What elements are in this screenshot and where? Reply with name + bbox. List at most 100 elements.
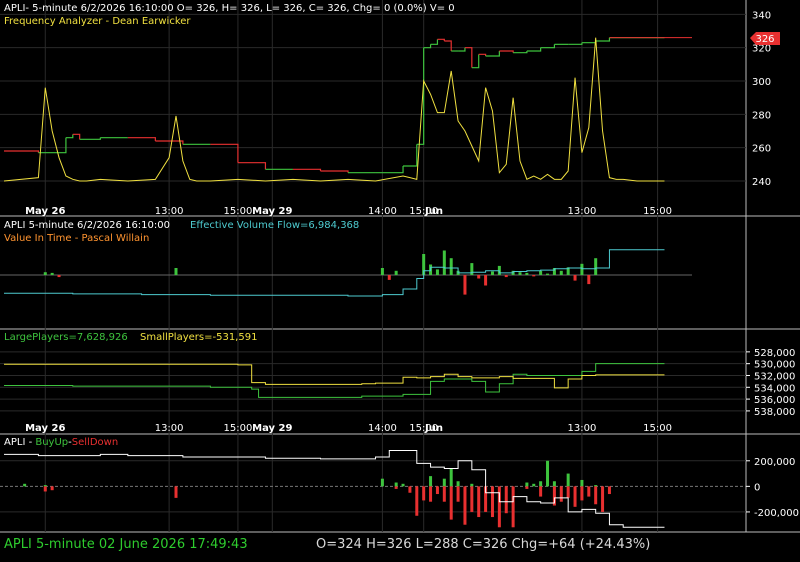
- price-step-segment: [478, 53, 487, 56]
- buyup-bar: [456, 481, 460, 487]
- grid-lines: [0, 0, 746, 532]
- players-x-tick: May 29: [252, 423, 292, 434]
- price-header: APLI- 5-minute 6/2/2026 16:10:00 O= 326,…: [4, 3, 455, 14]
- price-step-segment: [79, 137, 101, 140]
- status-left: APLI 5-minute 02 June 2026 17:49:43: [4, 537, 248, 552]
- price-step-segment: [292, 168, 322, 171]
- price-step-segment: [423, 44, 432, 49]
- price-step-segment: [375, 166, 404, 174]
- chart-window: 240 260 280 300 320 340 May 26 13:00 15:00 May 29…: [0, 0, 800, 562]
- selldown-bar: [174, 486, 178, 498]
- price-step-segment: [485, 51, 500, 57]
- vif-volume-bar: [174, 268, 178, 275]
- price-step-segment: [595, 37, 611, 42]
- selldown-bar: [559, 486, 563, 502]
- players-tick-label: 528,000: [754, 348, 795, 359]
- buyup-bar: [401, 483, 405, 487]
- price-step-segment: [581, 41, 597, 44]
- cumulative-line: [4, 450, 665, 528]
- price-step-segment: [4, 150, 39, 153]
- selldown-bar: [429, 486, 433, 502]
- price-step-segment: [444, 40, 452, 51]
- vif-volume-bar: [504, 275, 508, 278]
- players-x-tick: 15:00: [643, 423, 672, 434]
- selldown-bar: [525, 486, 529, 489]
- price-tick-label: 320: [752, 44, 771, 55]
- selldown-bar: [573, 486, 577, 507]
- price-step-segment: [72, 133, 81, 140]
- price-step-segment: [464, 47, 473, 68]
- price-step-segment: [471, 54, 480, 69]
- status-right: O=324 H=326 L=288 C=326 Chg=+64 (+24.43%…: [316, 537, 650, 552]
- selldown-bar: [470, 486, 474, 512]
- vif-volume-bar: [559, 270, 563, 275]
- vif-volume-bar: [490, 271, 494, 275]
- buyup-bar: [552, 481, 556, 487]
- buyup-tick-label: -200,000: [754, 508, 799, 519]
- price-step-segment: [65, 134, 74, 139]
- buyup-bar: [532, 483, 536, 487]
- price-tick-label: 340: [752, 10, 771, 21]
- players-x-tick: 13:00: [568, 423, 597, 434]
- price-step-segment: [437, 38, 445, 41]
- buyup-bar: [470, 483, 474, 487]
- price-x-tick: 13:00: [155, 206, 184, 217]
- players-tick-label: 534,000: [754, 383, 795, 394]
- buyup-bar: [43, 485, 47, 487]
- buyup-bar: [429, 476, 433, 487]
- vif-volume-bar: [57, 275, 61, 278]
- price-step-segment: [499, 50, 514, 53]
- price-step-segment: [210, 143, 239, 163]
- last-price-badge-text: 326: [755, 34, 774, 45]
- vif-volume-bar: [463, 275, 467, 295]
- selldown-bar: [442, 486, 446, 502]
- price-step-segment: [568, 42, 583, 45]
- vif-volume-bar: [518, 272, 522, 275]
- chart-canvas: 240260280300320340May 26 13:00 15:00 May 29…: [0, 0, 800, 552]
- vif-volume-bar: [573, 275, 577, 281]
- axis-labels: 240260280300320340May 26 13:00 15:00 May 29…: [25, 10, 799, 519]
- buyup-bar: [546, 460, 550, 487]
- large-players-label: LargePlayers=7,628,926: [4, 332, 128, 343]
- frequency-line: [3, 37, 665, 182]
- price-x-tick: Jun: [424, 206, 443, 217]
- buyup-bar: [442, 478, 446, 487]
- price-step-segment: [320, 170, 349, 173]
- vif-volume-bar: [449, 258, 453, 275]
- price-step-segment: [430, 39, 439, 45]
- price-x-tick: 14:00: [368, 206, 397, 217]
- price-step-segment: [513, 51, 528, 54]
- players-x-tick: May 26: [25, 423, 65, 434]
- price-x-tick: 15:00: [643, 206, 672, 217]
- small-players-line: [4, 363, 665, 389]
- vif-volume-bar: [532, 275, 536, 277]
- players-tick-label: 532,000: [754, 371, 795, 382]
- selldown-bar: [408, 486, 412, 493]
- buyup-bar: [539, 481, 543, 487]
- vif-volume-bar: [546, 273, 550, 275]
- buyup-bar: [394, 482, 398, 487]
- selldown-bar: [456, 486, 460, 502]
- selldown-bar: [490, 486, 494, 518]
- selldown-bar: [504, 486, 508, 514]
- selldown-bar: [607, 486, 611, 495]
- price-step-segment: [38, 137, 67, 154]
- selldown-bar: [43, 486, 47, 492]
- selldown-bar: [566, 486, 570, 498]
- price-tick-label: 300: [752, 77, 771, 88]
- buyup-tick-label: 0: [754, 482, 760, 493]
- vif-volume-bar: [435, 269, 439, 275]
- vif-volume-bar: [394, 270, 398, 275]
- buyup-bar: [449, 468, 453, 487]
- price-subheader: Frequency Analyzer - Dean Earwicker: [4, 16, 191, 27]
- players-x-tick: 14:00: [368, 423, 397, 434]
- series-layer: [3, 37, 692, 528]
- vif-volume-bar: [525, 272, 529, 275]
- selldown-bar: [601, 486, 605, 512]
- last-price-badge: 326: [750, 32, 780, 45]
- selldown-bar: [415, 486, 419, 516]
- price-x-tick: May 26: [25, 206, 65, 217]
- selldown-bar: [463, 486, 467, 525]
- players-tick-label: 536,000: [754, 395, 795, 406]
- vif-volume-bar: [43, 272, 47, 275]
